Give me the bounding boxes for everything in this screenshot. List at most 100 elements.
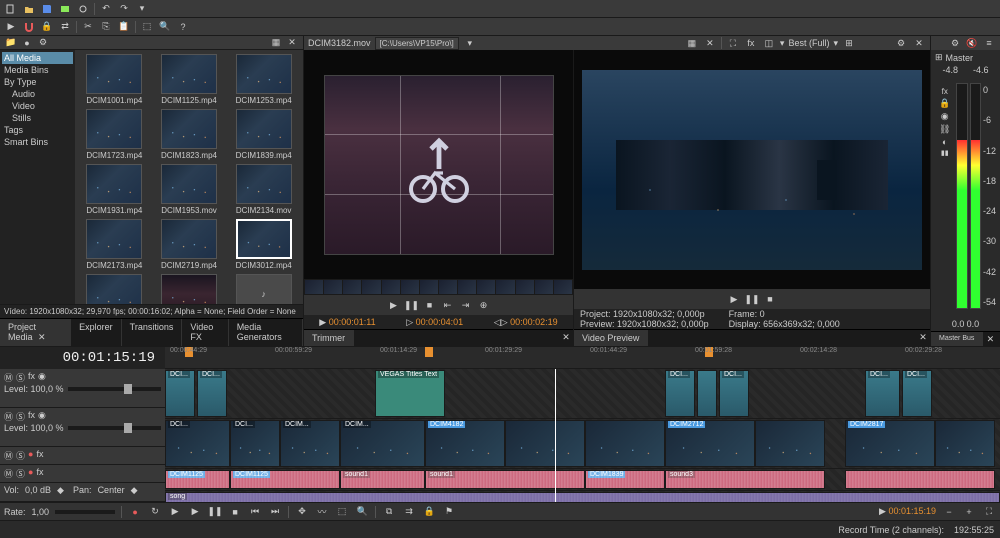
capture-icon[interactable]: ● [20,36,34,50]
media-item[interactable]: DCIM1001.mp4 [79,54,150,105]
master-lock-icon[interactable]: 🔒 [939,98,950,109]
tree-item[interactable]: Audio [2,88,73,100]
media-item[interactable]: DCIM1823.mp4 [154,109,225,160]
trimmer-tab-close-icon[interactable]: ✕ [559,330,573,344]
trimmer-out-icon[interactable]: ⇥ [459,298,473,312]
media-item[interactable]: DCIM2173.mp4 [79,219,150,270]
track-fx-icon[interactable]: fx [28,410,35,423]
media-item[interactable]: DCIM1723.mp4 [79,109,150,160]
tree-item[interactable]: All Media [2,52,73,64]
tree-item[interactable]: Smart Bins [2,136,73,148]
trimmer-viewport[interactable] [304,50,573,279]
preview-ext-icon[interactable]: ⛶ [726,36,740,50]
close-icon[interactable]: ✕ [285,36,299,50]
media-tab[interactable]: Transitions [122,319,183,346]
tree-item[interactable]: Tags [2,124,73,136]
media-item[interactable]: DCIM1931.mp4 [79,164,150,215]
preview-pause-icon[interactable]: ❚❚ [745,292,759,306]
preview-overlay-icon[interactable]: ⊞ [842,36,856,50]
level-slider[interactable] [68,387,161,391]
master-tab-close-icon[interactable]: ✕ [983,332,997,346]
track-solo-icon[interactable]: Ⓢ [16,371,25,384]
track-mute-icon[interactable]: Ⓜ [4,410,13,423]
video-track-1-header[interactable]: ⓂⓈfx◉ Level: 100,0 % [0,369,165,408]
timeline-ruler[interactable]: 00:00:44:2900:00:59:2900:01:14:2900:01:2… [165,347,1000,369]
tool-envelope-icon[interactable]: 〰 [315,505,329,519]
track-fx-icon[interactable]: fx [28,371,35,384]
pause-icon[interactable]: ❚❚ [208,505,222,519]
trimmer-filmstrip[interactable] [304,279,573,295]
preview-split-icon[interactable]: ◫ [762,36,776,50]
track-mute-icon[interactable]: Ⓜ [4,371,13,384]
rate-value[interactable]: 1,00 [32,507,50,517]
trimmer-grid-icon[interactable]: ▦ [685,36,699,50]
track-solo-icon[interactable]: Ⓢ [16,467,25,480]
loop-icon[interactable]: ↻ [148,505,162,519]
track-auto-icon[interactable]: ◉ [38,371,46,384]
master-mono-icon[interactable]: ▮▮ [941,149,949,157]
master-fx-icon[interactable]: fx [942,87,948,96]
view-icon[interactable]: ▦ [269,36,283,50]
preview-stop-icon[interactable]: ■ [763,292,777,306]
marker-icon[interactable] [425,347,433,357]
zoom-in-icon[interactable]: + [962,505,976,519]
help-icon[interactable]: ? [176,20,190,34]
copy-icon[interactable]: ⎘ [99,20,113,34]
lock-envelopes-icon[interactable]: 🔒 [422,505,436,519]
preview-settings1-icon[interactable]: ⚙ [894,36,908,50]
track-arm-icon[interactable]: ● [28,467,33,480]
magnet-icon[interactable] [22,20,36,34]
media-item[interactable]: ♪song.mp3 [228,274,299,304]
go-start-icon[interactable]: ⏮ [248,505,262,519]
track-fx-icon[interactable]: fx [36,449,43,462]
preview-fx-icon[interactable]: fx [744,36,758,50]
rec-icon[interactable]: ● [128,505,142,519]
tool-select-icon[interactable]: ⬚ [335,505,349,519]
preview-quality[interactable]: Best (Full) [788,38,829,48]
track-solo-icon[interactable]: Ⓢ [16,410,25,423]
properties-icon[interactable] [76,2,90,16]
master-link-icon[interactable]: ⛓ [939,124,950,135]
tool-zoom-icon[interactable]: 🔍 [355,505,369,519]
marker-tool-icon[interactable]: ⚑ [442,505,456,519]
master-menu-icon[interactable]: ≡ [982,36,996,50]
preview-close-icon[interactable]: ✕ [912,36,926,50]
trimmer-tab[interactable]: Trimmer [304,330,354,346]
video-track-2-header[interactable]: ⓂⓈfx◉ Level: 100,0 % [0,408,165,447]
cut-icon[interactable]: ✂ [81,20,95,34]
tree-item[interactable]: Video [2,100,73,112]
rate-slider[interactable] [55,510,115,514]
master-dim-icon[interactable]: ◐ [942,137,947,147]
media-tab[interactable]: Explorer [71,319,122,346]
master-mute-icon[interactable]: 🔇 [965,36,979,50]
snap-icon[interactable]: ⧉ [382,505,396,519]
trimmer-close-icon[interactable]: ✕ [703,36,717,50]
media-item[interactable]: DCIM2719.mp4 [154,219,225,270]
import-icon[interactable]: 📁 [4,36,18,50]
track-auto-icon[interactable]: ◉ [38,410,46,423]
media-item[interactable]: DCIM1253.mp4 [228,54,299,105]
master-tab[interactable]: Master Bus [931,332,983,346]
play-start-icon[interactable]: ▶ [168,505,182,519]
trimmer-add-icon[interactable]: ⊕ [477,298,491,312]
go-end-icon[interactable]: ⏭ [268,505,282,519]
cursor-icon[interactable]: ▶ [4,20,18,34]
media-tab[interactable]: Project Media ✕ [0,319,71,346]
media-item[interactable]: DCIM2134.mov [228,164,299,215]
media-item[interactable]: DCIM1125.mp4 [154,54,225,105]
media-tab[interactable]: Media Generators [229,319,303,346]
trimmer-stop-icon[interactable]: ■ [423,298,437,312]
master-expand-icon[interactable]: ⊞ [935,52,943,63]
media-item[interactable]: DCIM3012.mp4 [228,219,299,270]
stop-icon[interactable]: ■ [228,505,242,519]
tool-normal-icon[interactable]: ✥ [295,505,309,519]
media-settings-icon[interactable]: ⚙ [36,36,50,50]
tool-zoom-icon[interactable]: 🔍 [158,20,172,34]
audio-track-2-header[interactable]: ⓂⓈ●fx [0,465,165,483]
timecode-display[interactable]: 00:01:15:19 [0,350,165,366]
media-item[interactable]: DCIM1953.mov [154,164,225,215]
play-icon[interactable]: ▶ [188,505,202,519]
trimmer-pause-icon[interactable]: ❚❚ [405,298,419,312]
playhead[interactable] [555,369,556,502]
track-solo-icon[interactable]: Ⓢ [16,449,25,462]
